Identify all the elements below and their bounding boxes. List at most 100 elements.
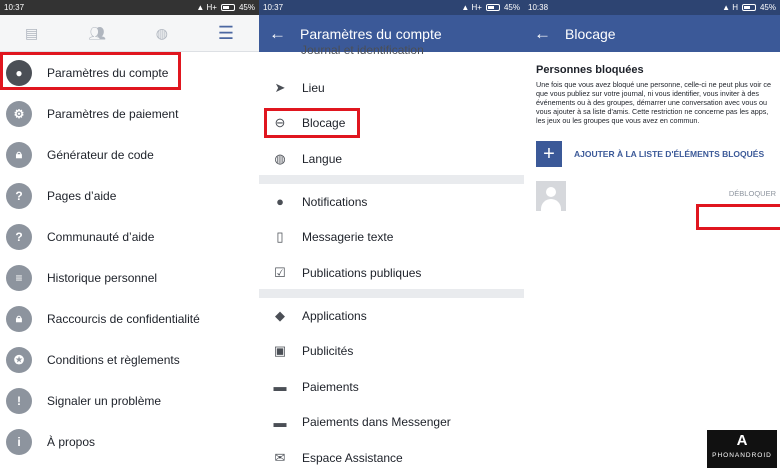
menu-item-8[interactable]: ! Signaler un problème	[0, 380, 259, 421]
tab-bar: ▤ 👥︎ ◍ ☰	[0, 15, 259, 52]
menu-item-6[interactable]: 🔒︎ Raccourcis de confidentialité	[0, 298, 259, 339]
status-bar: 10:38 ▲ H 45%	[524, 0, 780, 15]
warning-icon: !	[6, 387, 32, 414]
battery-level: 45%	[238, 3, 255, 12]
signal-icon: ▲ H+	[461, 3, 482, 12]
setting-item-publicit-s[interactable]: ▣ Publicités	[259, 334, 524, 370]
menu-item-label: Paramètres du compte	[47, 65, 169, 80]
menu-item-9[interactable]: i À propos	[0, 421, 259, 462]
menu-tab-icon[interactable]: ☰	[218, 23, 234, 44]
setting-item-label: Applications	[302, 308, 367, 323]
page-title: Blocage	[565, 25, 616, 42]
status-bar: 10:37 ▲ H+ 45%	[0, 0, 259, 15]
section-divider	[259, 175, 524, 184]
battery-icon	[220, 4, 235, 11]
cube-icon: ◆	[275, 307, 285, 323]
settings-group-apps: ◆ Applications ▣ Publicités ▬ Paiements ▬ Paiem…	[259, 298, 524, 470]
globe-tab-icon[interactable]: ◍	[156, 25, 168, 42]
ad-icon: ▣	[273, 343, 287, 359]
battery-icon	[485, 4, 500, 11]
setting-item-label: Publications publiques	[302, 265, 422, 280]
menu-item-label: Historique personnel	[47, 270, 158, 285]
setting-item-label: Publicités	[302, 344, 354, 359]
user-gear-icon: ●	[6, 59, 32, 86]
status-time: 10:38	[528, 3, 549, 12]
section-divider	[259, 289, 524, 298]
menu-item-label: Pages d’aide	[47, 188, 117, 203]
card-icon: ▬	[273, 414, 287, 430]
menu-item-3[interactable]: ? Pages d’aide	[0, 175, 259, 216]
question-icon: ?	[6, 182, 32, 209]
location-arrow-icon: ➤	[274, 79, 286, 95]
setting-item-label: Notifications	[302, 194, 368, 209]
unblock-button[interactable]: DÉBLOQUER	[729, 189, 776, 198]
menu-item-label: Paramètres de paiement	[47, 106, 179, 121]
signal-icon: ▲ H+	[196, 3, 217, 12]
list-icon: ≡	[6, 264, 32, 291]
menu-item-label: Générateur de code	[47, 147, 154, 162]
menu-item-label: Conditions et règlements	[47, 352, 180, 367]
settings-group-privacy: ➤ Lieu ⊖ Blocage ◍ Langue	[259, 70, 524, 177]
setting-item-lieu[interactable]: ➤ Lieu	[259, 70, 524, 106]
menu-item-1[interactable]: ⚙ Paramètres de paiement	[0, 93, 259, 134]
setting-item-publications-publiques[interactable]: ☑ Publications publiques	[259, 255, 524, 291]
menu-item-7[interactable]: ✪ Conditions et règlements	[0, 339, 259, 380]
block-icon: ⊖	[274, 115, 286, 131]
blocked-person-row: DÉBLOQUER	[524, 181, 780, 215]
signal-icon: ▲ H	[722, 3, 738, 12]
info-icon: i	[6, 428, 32, 455]
setting-item-applications[interactable]: ◆ Applications	[259, 298, 524, 334]
add-to-block-list-label: AJOUTER À LA LISTE D'ÉLÉMENTS BLOQUÉS	[574, 149, 765, 159]
menu-item-label: Raccourcis de confidentialité	[47, 311, 200, 326]
setting-item-label: Espace Assistance	[302, 450, 403, 465]
phonandroid-logo: A PHONANDROID	[707, 430, 777, 468]
setting-item-messagerie-texte[interactable]: ▯ Messagerie texte	[259, 220, 524, 256]
question-icon: ?	[6, 223, 32, 250]
setting-item-paiements-dans-messenger[interactable]: ▬ Paiements dans Messenger	[259, 405, 524, 441]
setting-item-paiements[interactable]: ▬ Paiements	[259, 369, 524, 405]
menu-item-2[interactable]: 🔒︎ Générateur de code	[0, 134, 259, 175]
setting-item-langue[interactable]: ◍ Langue	[259, 141, 524, 177]
setting-item-label: Blocage	[302, 116, 346, 131]
setting-item-label: Paiements	[302, 379, 359, 394]
menu-item-4[interactable]: ? Communauté d’aide	[0, 216, 259, 257]
blocked-people-heading: Personnes bloquées	[536, 64, 644, 76]
add-to-block-list-button[interactable]: + AJOUTER À LA LISTE D'ÉLÉMENTS BLOQUÉS	[536, 141, 780, 167]
globe-icon: ◍	[274, 150, 286, 166]
checkbox-icon: ☑	[274, 264, 286, 280]
settings-menu-list: ● Paramètres du compte ⚙ Paramètres de paie…	[0, 52, 259, 462]
avatar	[536, 181, 566, 211]
menu-item-label: Communauté d’aide	[47, 229, 155, 244]
news-feed-tab-icon[interactable]: ▤	[25, 25, 38, 42]
friends-tab-icon[interactable]: 👥︎	[88, 25, 106, 42]
plus-icon: +	[536, 141, 562, 167]
settings-group-notifications: ● Notifications ▯ Messagerie texte ☑ Publicat…	[259, 184, 524, 291]
setting-item-blocage[interactable]: ⊖ Blocage	[259, 106, 524, 142]
setting-item-label: Paiements dans Messenger	[302, 415, 451, 430]
setting-item-notifications[interactable]: ● Notifications	[259, 184, 524, 220]
setting-item-espace-assistance[interactable]: ✉ Espace Assistance	[259, 440, 524, 470]
battery-icon	[741, 4, 756, 11]
gear-icon: ⚙	[6, 100, 32, 127]
battery-level: 45%	[759, 3, 776, 12]
battery-level: 45%	[503, 3, 520, 12]
lock-icon: 🔒︎	[6, 305, 32, 332]
account-settings-screen: 10:37 ▲ H+ 45% ← Paramètres du compte Jo…	[259, 0, 524, 470]
status-time: 10:37	[4, 3, 25, 12]
back-arrow-icon[interactable]: ←	[269, 24, 300, 44]
setting-item-label: Langue	[302, 151, 343, 166]
status-bar: 10:37 ▲ H+ 45%	[259, 0, 524, 15]
menu-item-label: À propos	[47, 434, 96, 449]
phone-icon: ▯	[276, 229, 284, 245]
globe-icon: ●	[276, 194, 284, 210]
menu-item-5[interactable]: ≡ Historique personnel	[0, 257, 259, 298]
menu-item-0[interactable]: ● Paramètres du compte	[0, 52, 259, 93]
menu-item-label: Signaler un problème	[47, 393, 162, 408]
setting-item-label: Messagerie texte	[302, 230, 394, 245]
back-arrow-icon[interactable]: ←	[534, 24, 565, 44]
blocking-description: Une fois que vous avez bloqué une person…	[536, 80, 771, 125]
setting-item-label: Lieu	[302, 80, 325, 95]
app-bar: ← Blocage	[524, 15, 780, 52]
partial-setting-label[interactable]: Journal et identification	[301, 43, 424, 57]
lock-icon: 🔒︎	[6, 141, 32, 168]
